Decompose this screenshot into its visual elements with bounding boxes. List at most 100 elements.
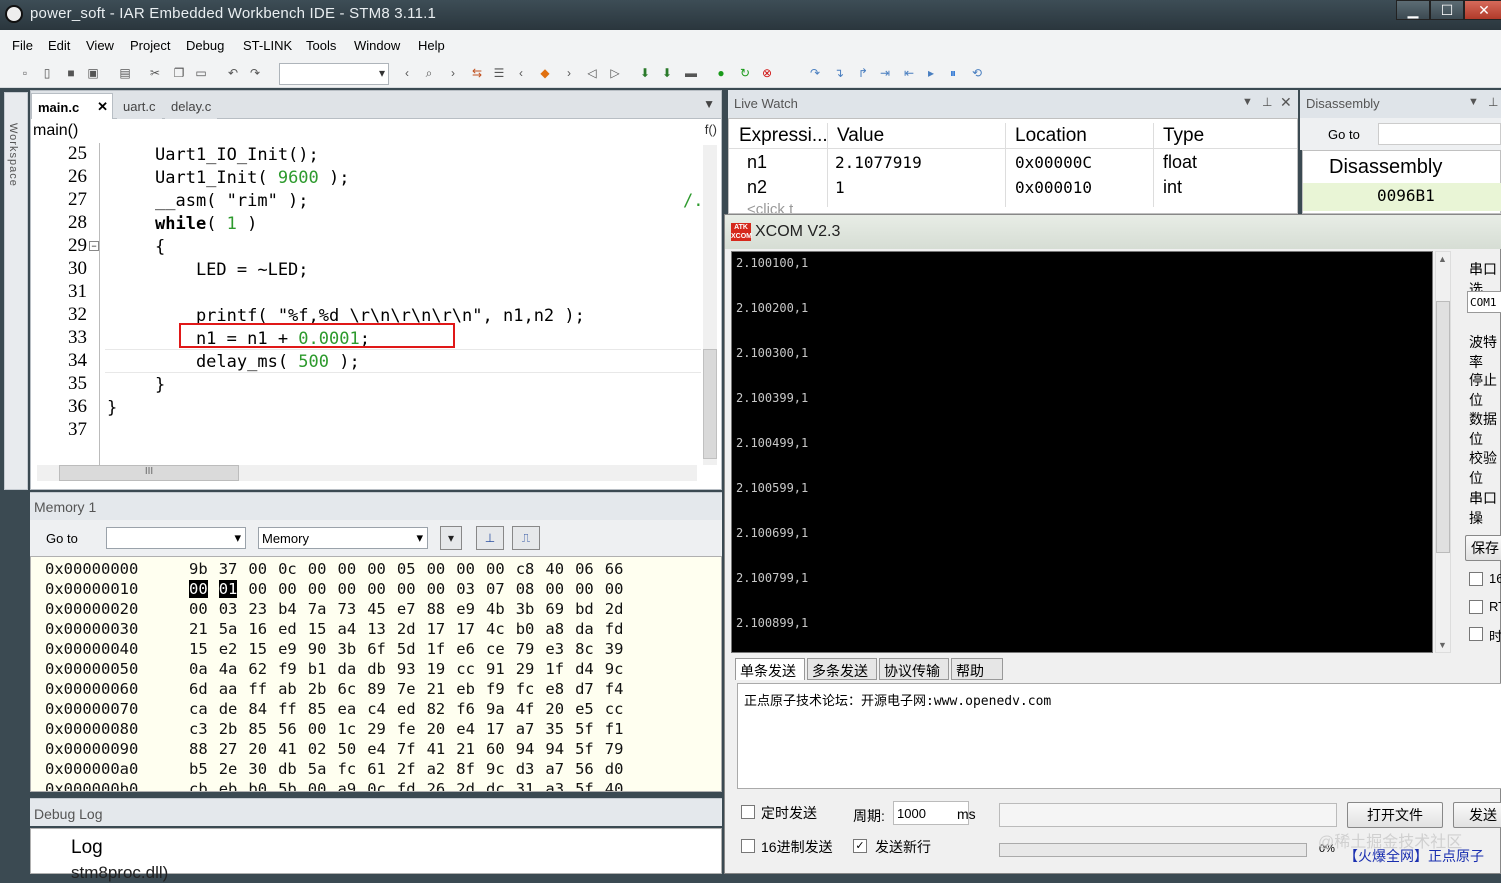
memory-byte[interactable]: 00 bbox=[367, 560, 386, 578]
memory-byte[interactable]: 26 bbox=[427, 780, 446, 791]
memory-byte[interactable]: eb bbox=[456, 680, 475, 698]
memory-byte[interactable]: ed bbox=[278, 620, 297, 638]
menu-tools[interactable]: Tools bbox=[306, 38, 336, 53]
memory-byte[interactable]: 60 bbox=[486, 740, 505, 758]
break-icon[interactable]: ⏸ bbox=[946, 66, 960, 80]
run-to-cursor-icon[interactable]: ⇤ bbox=[902, 66, 916, 80]
memory-byte[interactable]: e9 bbox=[456, 600, 475, 618]
memory-byte[interactable]: 79 bbox=[516, 640, 535, 658]
memory-byte[interactable]: 00 bbox=[189, 580, 208, 598]
memory-byte[interactable]: db bbox=[278, 760, 297, 778]
memory-byte[interactable]: e3 bbox=[545, 640, 564, 658]
memory-byte[interactable]: cc bbox=[605, 700, 624, 718]
memory-byte[interactable]: 15 bbox=[308, 620, 327, 638]
step-over-icon[interactable]: ↷ bbox=[808, 66, 822, 80]
hex-display-checkbox[interactable] bbox=[1469, 572, 1483, 586]
memory-byte[interactable]: fc bbox=[338, 760, 357, 778]
stop-build-icon[interactable]: ▬ bbox=[684, 66, 698, 80]
memory-byte[interactable]: 00 bbox=[308, 720, 327, 738]
memory-byte[interactable]: 84 bbox=[248, 700, 267, 718]
memory-byte[interactable]: 9a bbox=[486, 700, 505, 718]
memory-byte[interactable]: ff bbox=[248, 680, 267, 698]
memory-byte[interactable]: 56 bbox=[278, 720, 297, 738]
memory-byte[interactable]: 0c bbox=[278, 560, 297, 578]
memory-byte[interactable]: 00 bbox=[248, 580, 267, 598]
memory-byte[interactable]: 31 bbox=[516, 780, 535, 791]
menu-debug[interactable]: Debug bbox=[186, 38, 224, 53]
memory-byte[interactable]: 0a bbox=[189, 660, 208, 678]
memory-byte[interactable]: eb bbox=[219, 780, 238, 791]
memory-byte[interactable]: 35 bbox=[545, 720, 564, 738]
memory-byte[interactable]: 40 bbox=[605, 780, 624, 791]
memory-byte[interactable]: 5f bbox=[575, 720, 594, 738]
timestamp-checkbox[interactable] bbox=[1469, 627, 1483, 641]
watch-value[interactable]: 1 bbox=[835, 178, 845, 197]
memory-byte[interactable]: 00 bbox=[427, 580, 446, 598]
step-out-icon[interactable]: ↱ bbox=[856, 66, 870, 80]
memory-byte[interactable]: fe bbox=[397, 720, 416, 738]
memory-byte[interactable]: 20 bbox=[545, 700, 564, 718]
memory-byte[interactable]: 00 bbox=[338, 560, 357, 578]
memory-byte[interactable]: ca bbox=[189, 700, 208, 718]
memory-byte[interactable]: e2 bbox=[219, 640, 238, 658]
memory-byte[interactable]: f4 bbox=[605, 680, 624, 698]
memory-byte[interactable]: ce bbox=[486, 640, 505, 658]
memory-byte[interactable]: 4f bbox=[516, 700, 535, 718]
memory-byte[interactable]: 17 bbox=[456, 620, 475, 638]
memory-byte[interactable]: 1f bbox=[427, 640, 446, 658]
memory-byte[interactable]: 85 bbox=[308, 700, 327, 718]
memory-byte[interactable]: 7f bbox=[397, 740, 416, 758]
prev-bookmark-icon[interactable]: ‹ bbox=[514, 66, 528, 80]
memory-byte[interactable]: d0 bbox=[605, 760, 624, 778]
open-file-button[interactable]: 打开文件 bbox=[1347, 802, 1443, 828]
memory-byte[interactable]: ab bbox=[278, 680, 297, 698]
memory-byte[interactable]: 20 bbox=[248, 740, 267, 758]
memory-byte[interactable]: a2 bbox=[427, 760, 446, 778]
memory-byte[interactable]: e8 bbox=[545, 680, 564, 698]
go-back-icon[interactable]: ◁ bbox=[585, 66, 599, 80]
disassembly-view[interactable]: Disassembly 0096B1 bbox=[1302, 150, 1501, 214]
column-value[interactable]: Value bbox=[837, 125, 884, 147]
memory-byte[interactable]: de bbox=[219, 700, 238, 718]
memory-byte[interactable]: d4 bbox=[575, 660, 594, 678]
tab-protocol[interactable]: 协议传输 bbox=[879, 658, 949, 680]
memory-byte[interactable]: 2d bbox=[605, 600, 624, 618]
memory-byte[interactable]: 6c bbox=[338, 680, 357, 698]
memory-byte[interactable]: 20 bbox=[427, 720, 446, 738]
compile-icon[interactable]: ⬇ bbox=[638, 66, 652, 80]
memory-byte[interactable]: 62 bbox=[248, 660, 267, 678]
bookmark-list-icon[interactable]: ☰ bbox=[492, 66, 506, 80]
memory-byte[interactable]: ff bbox=[278, 700, 297, 718]
chevron-left-icon[interactable]: ‹ bbox=[400, 66, 414, 80]
memory-byte[interactable]: e9 bbox=[278, 640, 297, 658]
memory-byte[interactable]: 00 bbox=[575, 580, 594, 598]
save-all-icon[interactable]: ▣ bbox=[86, 66, 100, 80]
memory-byte[interactable]: 85 bbox=[248, 720, 267, 738]
dropdown-icon[interactable]: ▼ bbox=[1242, 96, 1253, 108]
open-file-icon[interactable]: ▯ bbox=[40, 66, 54, 80]
editor-hscroll-thumb[interactable]: III bbox=[59, 465, 239, 481]
save-icon[interactable]: ■ bbox=[64, 66, 78, 80]
memory-byte[interactable]: f1 bbox=[605, 720, 624, 738]
memory-byte[interactable]: f6 bbox=[456, 700, 475, 718]
watch-add-placeholder[interactable]: <click t bbox=[747, 201, 793, 213]
memory-byte[interactable]: c8 bbox=[516, 560, 535, 578]
reset-icon[interactable]: ⟲ bbox=[970, 66, 984, 80]
save-window-button[interactable]: 保存 bbox=[1465, 535, 1501, 561]
column-location[interactable]: Location bbox=[1015, 125, 1087, 147]
memory-byte[interactable]: 91 bbox=[486, 660, 505, 678]
find-combo[interactable] bbox=[279, 63, 389, 85]
debug-log-panel[interactable]: Log stm8proc.dll) bbox=[30, 828, 722, 882]
serial-terminal[interactable]: 2.100100,1 2.100200,1 2.100300,1 2.100399,1… bbox=[731, 251, 1433, 653]
send-button[interactable]: 发送 bbox=[1453, 802, 1501, 828]
memory-byte[interactable]: ea bbox=[338, 700, 357, 718]
memory-grid[interactable]: 0x00000000 9b 37 00 0c 00 00 00 05 00 00 00 c8 40 06 66… bbox=[30, 556, 722, 792]
memory-byte[interactable]: 17 bbox=[427, 620, 446, 638]
memory-byte[interactable]: 29 bbox=[367, 720, 386, 738]
memory-byte[interactable]: 15 bbox=[248, 640, 267, 658]
memory-byte[interactable]: 9b bbox=[189, 560, 208, 578]
memory-byte[interactable]: 7a bbox=[308, 600, 327, 618]
memory-byte[interactable]: 3b bbox=[516, 600, 535, 618]
footer-link[interactable]: 【火爆全网】正点原子 bbox=[1344, 846, 1484, 866]
memory-byte[interactable]: c3 bbox=[189, 720, 208, 738]
